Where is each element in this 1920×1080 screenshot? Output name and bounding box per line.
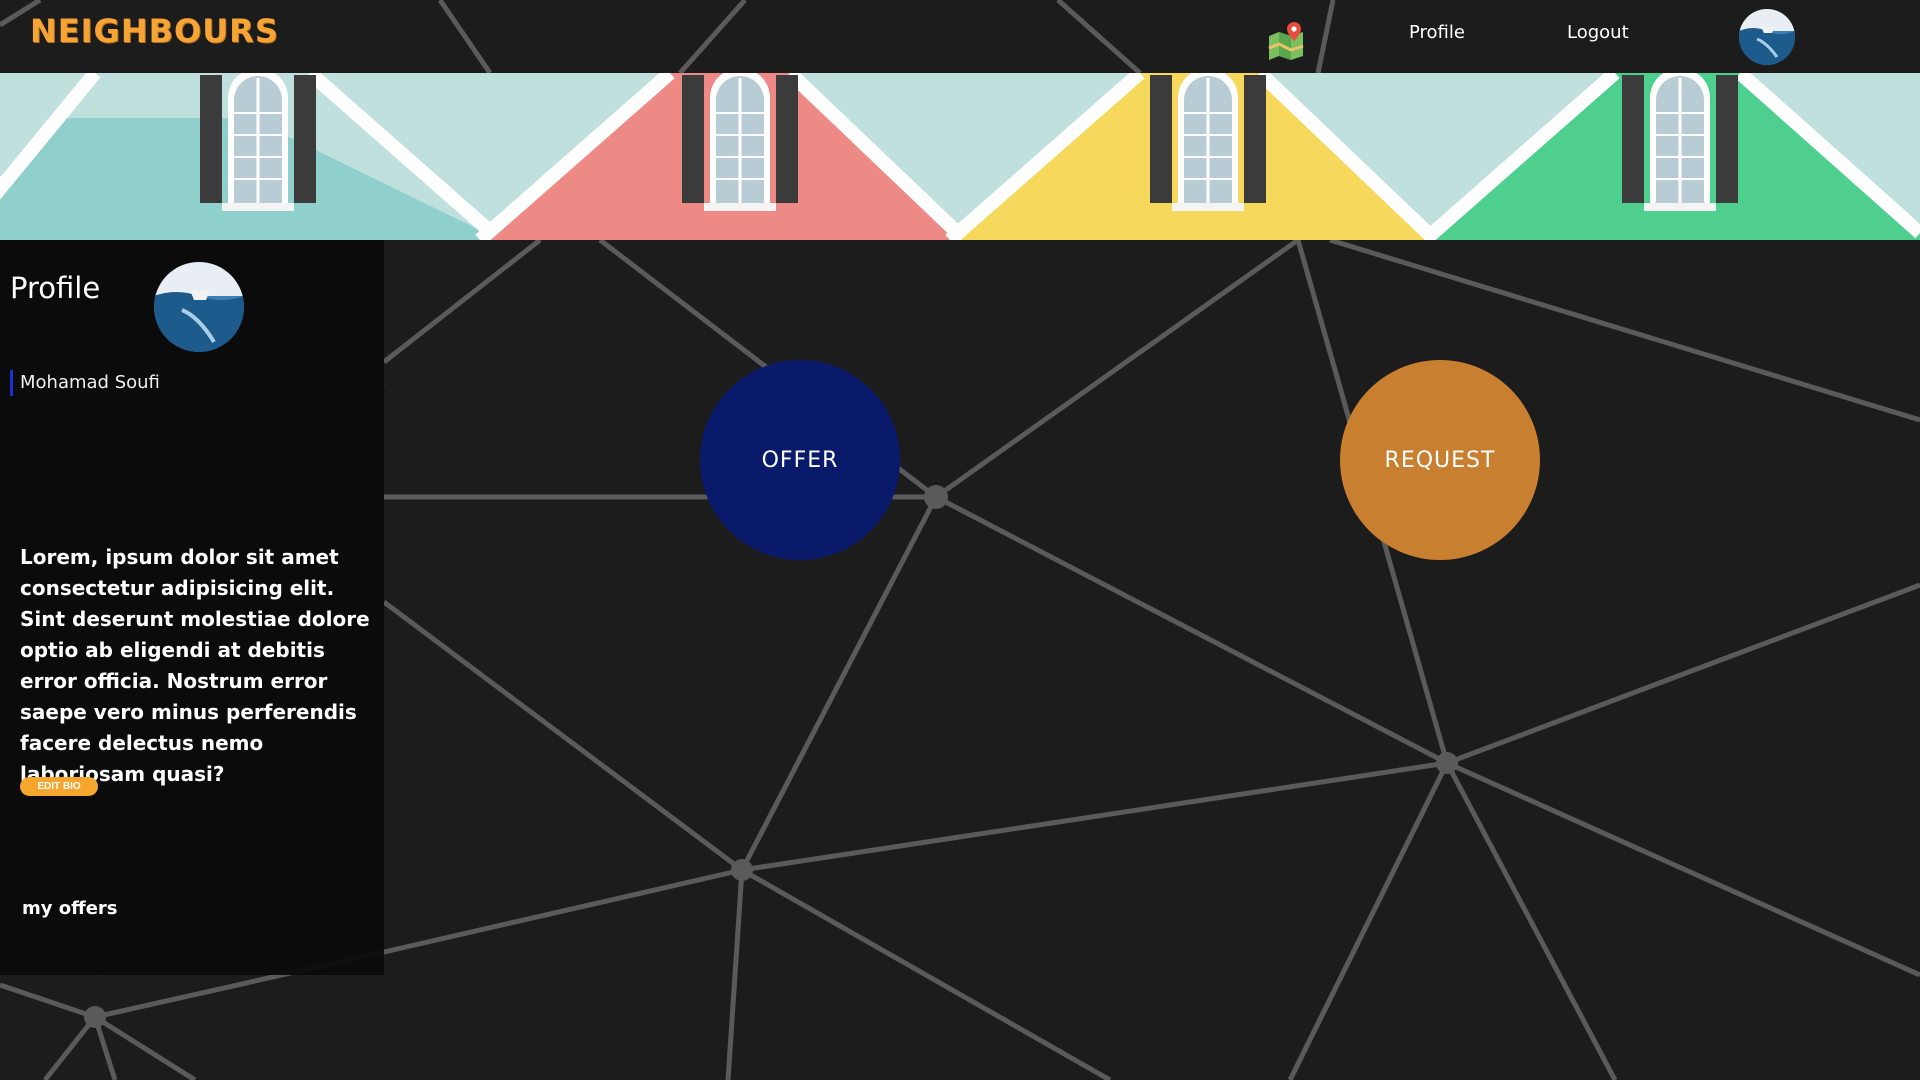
map-icon[interactable]: [1266, 20, 1306, 60]
profile-avatar: [154, 262, 244, 352]
user-name: Mohamad Soufi: [10, 370, 160, 396]
top-navbar: NEIGHBOURS Profile Logout: [0, 0, 1920, 73]
my-offers-link[interactable]: my offers: [22, 898, 118, 919]
edit-bio-button[interactable]: EDIT BIO: [20, 777, 98, 796]
page-title: Profile: [10, 271, 101, 305]
brand-logo[interactable]: NEIGHBOURS: [30, 12, 279, 50]
nav-logout-link[interactable]: Logout: [1567, 22, 1629, 43]
request-button[interactable]: REQUEST: [1340, 360, 1540, 560]
user-bio: Lorem, ipsum dolor sit amet consectetur …: [20, 545, 370, 786]
avatar[interactable]: [1739, 9, 1795, 65]
profile-sidebar: Profile Mohamad Soufi Lorem, ipsum dolor…: [0, 240, 384, 975]
houses-banner: [0, 73, 1920, 240]
offer-button[interactable]: OFFER: [700, 360, 900, 560]
nav-profile-link[interactable]: Profile: [1409, 22, 1465, 43]
